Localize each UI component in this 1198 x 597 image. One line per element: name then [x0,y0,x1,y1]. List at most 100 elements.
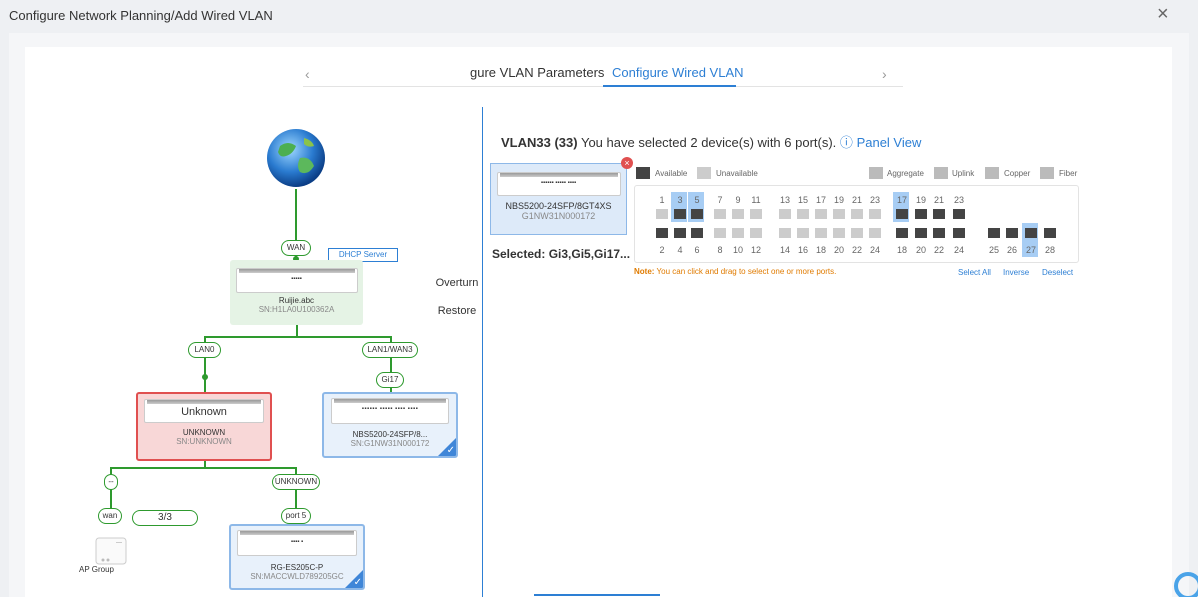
tab-vlan-parameters[interactable]: gure VLAN Parameters [470,65,604,80]
unknown-device-card[interactable]: Unknown UNKNOWN SN:UNKNOWN [136,392,272,461]
dialog-title: Configure Network Planning/Add Wired VLA… [9,8,273,23]
unknown-device-image: Unknown [144,399,264,423]
note-text: You can click and drag to select one or … [656,267,837,276]
port-number-label: 19 [915,195,926,205]
overturn-button[interactable]: Overturn [432,268,482,298]
port-number-label: 3 [677,195,683,205]
check-icon: ✓ [446,445,455,456]
internet-globe-icon [267,129,325,187]
port-number-label: 26 [1006,245,1017,255]
panel-view-link[interactable]: Panel View [857,135,922,150]
unknown-port-label: UNKNOWN [272,474,320,490]
unknown-branch-line [110,467,296,469]
selected-device-image: ▪▪▪▪▪▪ ▪▪▪▪▪ ▪▪▪▪ [496,172,621,196]
access-point-icon[interactable] [94,536,128,566]
nbs-switch-image: ▪▪▪▪▪▪ ▪▪▪▪▪ ▪▪▪▪ ▪▪▪▪ [331,398,449,424]
port-number-label: 15 [797,195,808,205]
port-icon[interactable] [691,228,703,238]
port-number-label: 17 [896,195,907,205]
close-icon[interactable]: × [1157,4,1169,24]
port-icon[interactable] [797,228,809,238]
port-icon[interactable] [869,228,881,238]
port-icon[interactable] [732,228,744,238]
port-icon[interactable] [815,209,827,219]
port-icon[interactable] [779,228,791,238]
selected-device-sn: G1NW31N000172 [521,211,596,221]
selected-device-port-icon: ▪▪▪▪▪▪ ▪▪▪▪▪ ▪▪▪▪ [540,180,577,186]
selected-device-card[interactable]: ▪▪▪▪▪▪ ▪▪▪▪▪ ▪▪▪▪ NBS5200-24SFP/8GT4XS G… [490,163,627,235]
port-number-label: 2 [659,245,665,255]
port-icon[interactable] [869,209,881,219]
help-icon: ⓘ [839,135,853,150]
port-icon[interactable] [833,209,845,219]
port-icon[interactable] [896,209,908,219]
port-icon[interactable] [896,228,908,238]
port-number-label: 20 [833,245,844,255]
inverse-link[interactable]: Inverse [1003,268,1029,277]
unknown-device-title: Unknown [181,406,227,418]
port-icon[interactable] [674,209,686,219]
port-icon[interactable] [714,228,726,238]
port-icon[interactable] [674,228,686,238]
select-all-link[interactable]: Select All [958,268,991,277]
port-icon[interactable] [750,209,762,219]
remove-device-icon[interactable]: × [621,157,633,169]
selected-ports-text: Selected: Gi3,Gi5,Gi17... [492,247,631,261]
legend-fiber: Fiber [1059,169,1078,178]
restore-button[interactable]: Restore [432,298,482,324]
port-number-label: 17 [815,195,826,205]
port-number-label: 5 [694,195,700,205]
port-number-label: 24 [953,245,964,255]
router-card[interactable]: ▪▪▪▪▪ Ruijie.abc SN:H1LA0U100362A [230,260,363,325]
port-icon[interactable] [915,209,927,219]
port-icon[interactable] [953,228,965,238]
port-number-label: 11 [751,195,761,205]
router-sn: SN:H1LA0U100362A [258,305,335,314]
port-icon[interactable] [1044,228,1056,238]
port-icon[interactable] [933,228,945,238]
legend-aggregate: Aggregate [887,169,924,178]
port-icon[interactable] [779,209,791,219]
dash-port-label: -- [104,474,118,490]
port-icon[interactable] [933,209,945,219]
port-icon[interactable] [656,209,668,219]
port-number-label: 25 [988,245,999,255]
nbs-switch-card[interactable]: ▪▪▪▪▪▪ ▪▪▪▪▪ ▪▪▪▪ ▪▪▪▪ NBS5200-24SFP/8..… [322,392,458,458]
port-icon[interactable] [656,228,668,238]
port-icon[interactable] [851,209,863,219]
port-icon[interactable] [714,209,726,219]
unknown-device-sn: SN:UNKNOWN [176,437,232,446]
es-switch-sn: SN:MACCWLD789205GC [250,572,344,581]
assistant-float-icon[interactable] [1170,568,1198,597]
port-icon[interactable] [833,228,845,238]
port-number-label: 23 [953,195,964,205]
next-step-arrow[interactable]: › [882,66,887,82]
vlan-summary: VLAN33 (33) You have selected 2 device(s… [501,132,921,151]
port-icon[interactable] [953,209,965,219]
deselect-link[interactable]: Deselect [1042,268,1073,277]
prev-step-arrow[interactable]: ‹ [305,66,310,82]
copper-legend-icon [985,167,999,179]
port-icon[interactable] [750,228,762,238]
port-icon[interactable] [797,209,809,219]
bottom-scroll-indicator[interactable] [534,594,660,596]
router-port-icon: ▪▪▪▪▪ [291,276,302,282]
port-number-label: 18 [896,245,907,255]
port-icon[interactable] [915,228,927,238]
port-icon[interactable] [988,228,1000,238]
port-icon[interactable] [1025,228,1037,238]
port-icon[interactable] [732,209,744,219]
port-icon[interactable] [815,228,827,238]
fiber-legend-icon [1040,167,1054,179]
uplink-legend-icon [934,167,948,179]
port-number-label: 14 [779,245,790,255]
port-icon[interactable] [691,209,703,219]
es-switch-image: ▪▪▪▪ ▪ [237,530,357,556]
es-switch-card[interactable]: ▪▪▪▪ ▪ RG-ES205C-P SN:MACCWLD789205GC ✓ [229,524,365,590]
port-icon[interactable] [851,228,863,238]
tab-wired-vlan[interactable]: Configure Wired VLAN [612,65,744,80]
note-label: Note: [634,267,655,276]
port-icon[interactable] [1006,228,1018,238]
router-name: Ruijie.abc [278,296,315,305]
port-number-label: 10 [732,245,743,255]
